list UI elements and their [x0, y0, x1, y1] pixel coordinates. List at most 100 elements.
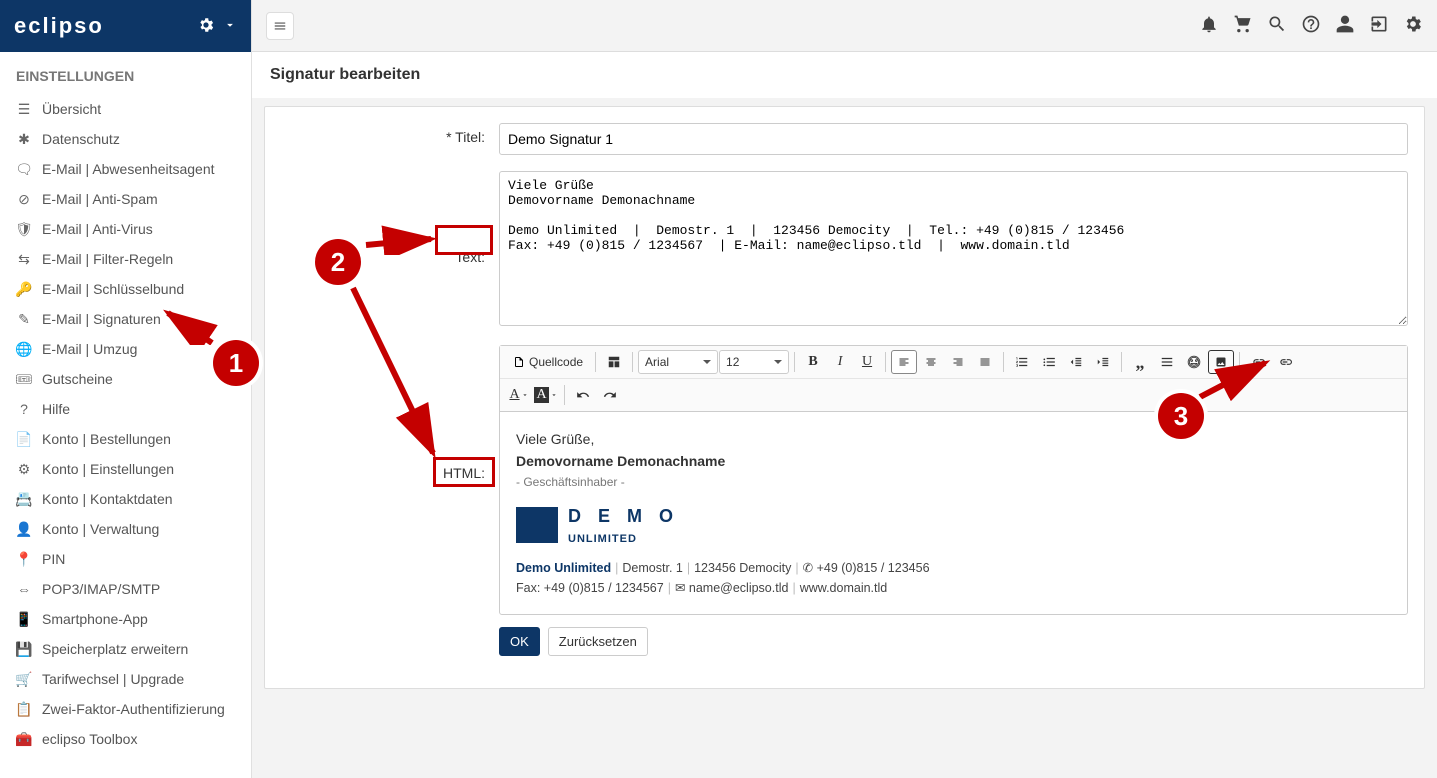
blockquote-button[interactable]: „ [1127, 350, 1153, 374]
sidebar-item[interactable]: ✎E-Mail | Signaturen [0, 304, 251, 334]
bg-color-button[interactable]: A [533, 383, 559, 407]
size-select[interactable]: 12 [719, 350, 789, 374]
sidebar-item[interactable]: ⇔ POP3/IMAP/SMTP [0, 574, 251, 604]
align-center-button[interactable] [918, 350, 944, 374]
sidebar-item-icon: ⇆ [16, 251, 32, 267]
editor-body[interactable]: Viele Grüße, Demovorname Demonachname - … [500, 412, 1407, 614]
text-label: Text: [281, 171, 499, 265]
sidebar-item-icon: 🗨 [16, 161, 32, 177]
sidebar-item-icon: 🔑 [16, 281, 32, 297]
sidebar: eclipso EINSTELLUNGEN ☰Übersicht✱Datensc… [0, 0, 252, 778]
bell-icon[interactable] [1199, 14, 1219, 37]
sidebar-item[interactable]: 🛡 E-Mail | Anti-Virus [0, 214, 251, 244]
sidebar-item-icon: ✱ [16, 131, 32, 147]
sidebar-header: eclipso [0, 0, 251, 52]
sidebar-item-icon: ⊘ [16, 191, 32, 207]
sidebar-item-label: Konto | Kontaktdaten [42, 491, 173, 507]
preview-name: Demovorname Demonachname [516, 450, 1391, 472]
search-icon[interactable] [1267, 14, 1287, 37]
align-left-button[interactable] [891, 350, 917, 374]
signature-form: * Titel: Text: HTML: Quellcode [264, 106, 1425, 689]
sidebar-item[interactable]: 💾Speicherplatz erweitern [0, 634, 251, 664]
sidebar-item-label: Gutscheine [42, 371, 113, 387]
title-input[interactable] [499, 123, 1408, 155]
sidebar-item-icon: 👤 [16, 521, 32, 537]
preview-greeting: Viele Grüße, [516, 428, 1391, 450]
topbar [252, 0, 1437, 52]
sidebar-item[interactable]: 🧰eclipso Toolbox [0, 724, 251, 754]
sidebar-item-icon: ? [16, 401, 32, 417]
sidebar-item-icon: 🧰 [16, 731, 32, 747]
list-ordered-button[interactable] [1009, 350, 1035, 374]
signature-text-input[interactable] [499, 171, 1408, 326]
sidebar-item-label: PIN [42, 551, 65, 567]
annotation-badge-2: 2 [315, 239, 361, 285]
italic-button[interactable]: I [827, 350, 853, 374]
sidebar-item-icon: ⇔ [16, 581, 32, 597]
sidebar-item[interactable]: 🗨E-Mail | Abwesenheitsagent [0, 154, 251, 184]
sidebar-item-label: POP3/IMAP/SMTP [42, 581, 160, 597]
sidebar-item[interactable]: 📄 Konto | Bestellungen [0, 424, 251, 454]
source-button[interactable]: Quellcode [506, 350, 590, 374]
sidebar-item-icon: 🛡 [16, 221, 32, 237]
sidebar-item[interactable]: 📋 Zwei-Faktor-Authentifizierung [0, 694, 251, 724]
sidebar-item-icon: ⚙ [16, 461, 32, 477]
text-color-button[interactable]: A [506, 383, 532, 407]
sidebar-item-icon: 📋 [16, 701, 32, 717]
settings-gear-icon[interactable] [1403, 14, 1423, 37]
sidebar-item-icon: 📱 [16, 611, 32, 627]
sidebar-item-label: Übersicht [42, 101, 101, 117]
link-button[interactable] [1245, 350, 1271, 374]
sidebar-item[interactable]: ⊘ E-Mail | Anti-Spam [0, 184, 251, 214]
hr-button[interactable] [1154, 350, 1180, 374]
help-icon[interactable] [1301, 14, 1321, 37]
reset-button[interactable]: Zurücksetzen [548, 627, 648, 656]
outdent-button[interactable] [1063, 350, 1089, 374]
preview-logo: D E M O UNLIMITED [516, 502, 1391, 548]
sidebar-item-label: Zwei-Faktor-Authentifizierung [42, 701, 225, 717]
unlink-button[interactable] [1272, 350, 1298, 374]
sidebar-item-label: E-Mail | Schlüsselbund [42, 281, 184, 297]
sidebar-item[interactable]: ? Hilfe [0, 394, 251, 424]
menu-toggle-button[interactable] [266, 12, 294, 40]
sidebar-item[interactable]: ☰Übersicht [0, 94, 251, 124]
sidebar-item-label: E-Mail | Umzug [42, 341, 137, 357]
sidebar-item[interactable]: 👤Konto | Verwaltung [0, 514, 251, 544]
sidebar-item[interactable]: 📍PIN [0, 544, 251, 574]
font-select[interactable]: Arial [638, 350, 718, 374]
sidebar-item-label: Konto | Bestellungen [42, 431, 171, 447]
sidebar-item[interactable]: 📱 Smartphone-App [0, 604, 251, 634]
list-unordered-button[interactable] [1036, 350, 1062, 374]
undo-button[interactable] [570, 383, 596, 407]
sidebar-item[interactable]: ✱Datenschutz [0, 124, 251, 154]
align-justify-button[interactable] [972, 350, 998, 374]
redo-button[interactable] [597, 383, 623, 407]
sidebar-item-icon: 📇 [16, 491, 32, 507]
indent-button[interactable] [1090, 350, 1116, 374]
sidebar-item-icon: 📄 [16, 431, 32, 447]
sidebar-item-label: E-Mail | Anti-Virus [42, 221, 153, 237]
template-button[interactable] [601, 350, 627, 374]
brand-logo: eclipso [14, 13, 104, 39]
sidebar-item-label: E-Mail | Anti-Spam [42, 191, 158, 207]
image-button[interactable] [1208, 350, 1234, 374]
sidebar-item[interactable]: ⚙Konto | Einstellungen [0, 454, 251, 484]
logout-icon[interactable] [1369, 14, 1389, 37]
cart-icon[interactable] [1233, 14, 1253, 37]
sidebar-item[interactable]: 🛒Tarifwechsel | Upgrade [0, 664, 251, 694]
user-icon[interactable] [1335, 14, 1355, 37]
sidebar-item[interactable]: 🔑 E-Mail | Schlüsselbund [0, 274, 251, 304]
bold-button[interactable]: B [800, 350, 826, 374]
sidebar-item[interactable]: 📇 Konto | Kontaktdaten [0, 484, 251, 514]
preview-line2: Fax: +49 (0)815 / 1234567|✉ name@eclipso… [516, 578, 1391, 598]
sidebar-item-icon: ✎ [16, 311, 32, 327]
chevron-down-icon[interactable] [223, 18, 237, 35]
emoji-button[interactable] [1181, 350, 1207, 374]
ok-button[interactable]: OK [499, 627, 540, 656]
underline-button[interactable]: U [854, 350, 880, 374]
sidebar-item-label: Hilfe [42, 401, 70, 417]
align-right-button[interactable] [945, 350, 971, 374]
gear-icon[interactable] [197, 16, 215, 37]
sidebar-item-label: Smartphone-App [42, 611, 148, 627]
sidebar-item[interactable]: ⇆E-Mail | Filter-Regeln [0, 244, 251, 274]
